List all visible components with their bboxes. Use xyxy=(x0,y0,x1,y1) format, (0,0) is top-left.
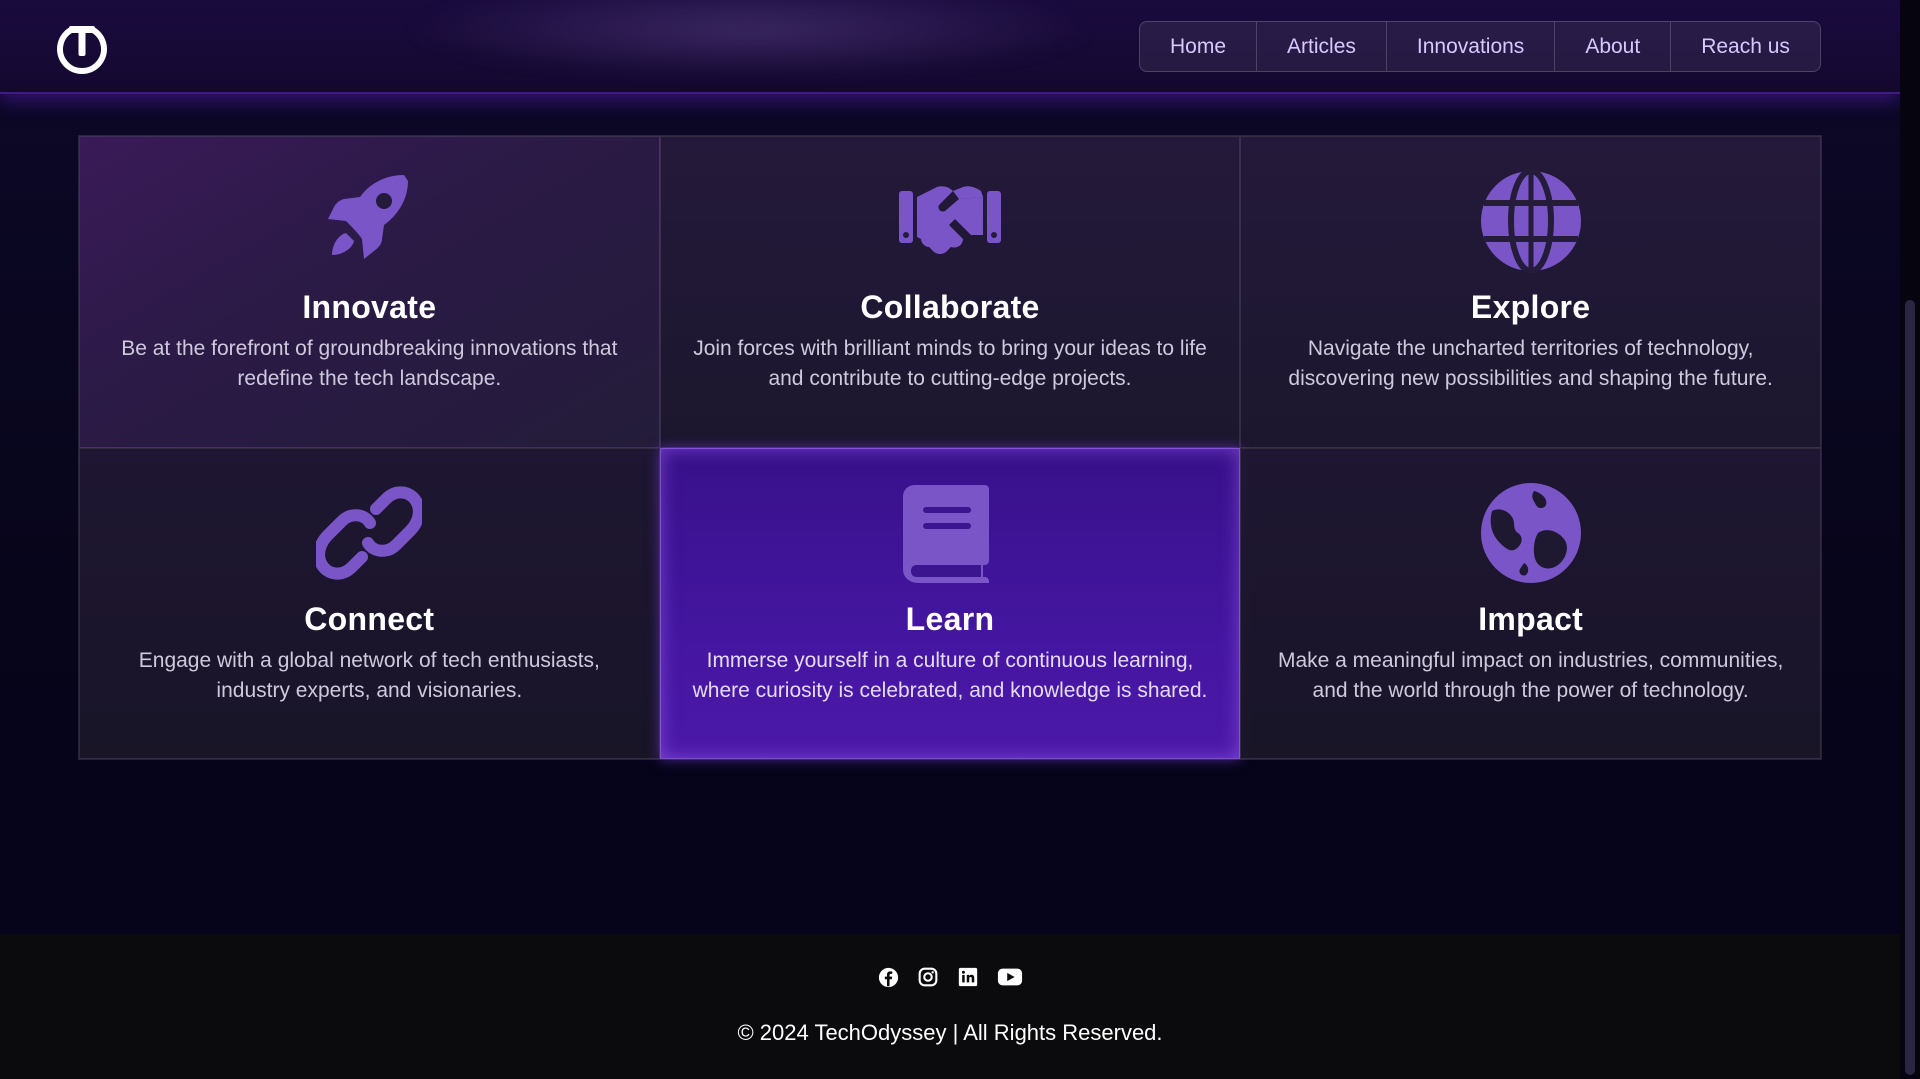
feature-description: Navigate the uncharted territories of te… xyxy=(1288,337,1773,390)
feature-description: Immerse yourself in a culture of continu… xyxy=(692,648,1208,702)
page: Home Articles Innovations About Reach us… xyxy=(0,0,1920,1079)
features-grid: Innovate Be at the forefront of groundbr… xyxy=(78,135,1822,760)
feature-title: Impact xyxy=(1478,600,1584,637)
linkedin-icon[interactable] xyxy=(957,966,979,988)
youtube-icon[interactable] xyxy=(997,966,1023,988)
feature-title: Innovate xyxy=(302,289,437,325)
main-nav: Home Articles Innovations About Reach us xyxy=(1139,21,1821,72)
rocket-icon xyxy=(328,175,409,259)
social-links xyxy=(0,966,1900,988)
nav-about[interactable]: About xyxy=(1555,22,1672,71)
feature-card-connect[interactable]: Connect Engage with a global network of … xyxy=(79,447,660,759)
feature-title: Learn xyxy=(905,600,995,637)
book-icon xyxy=(902,484,989,583)
copyright-text: © 2024 TechOdyssey | All Rights Reserved… xyxy=(737,1020,1163,1045)
power-t-logo-icon[interactable] xyxy=(54,20,110,76)
feature-card-explore[interactable]: Explore Navigate the uncharted territori… xyxy=(1240,136,1821,448)
nav-home[interactable]: Home xyxy=(1140,22,1258,71)
nav-articles[interactable]: Articles xyxy=(1257,22,1387,71)
header-backdrop xyxy=(400,0,1100,80)
handshake-icon xyxy=(898,186,1001,254)
feature-card-collaborate[interactable]: Collaborate Join forces with brilliant m… xyxy=(659,136,1241,448)
feature-title: Connect xyxy=(304,600,435,637)
nav-reach-us[interactable]: Reach us xyxy=(1671,22,1820,71)
feature-card-innovate[interactable]: Innovate Be at the forefront of groundbr… xyxy=(79,136,660,448)
link-icon xyxy=(316,486,423,579)
site-header: Home Articles Innovations About Reach us xyxy=(0,0,1900,94)
feature-title: Explore xyxy=(1470,289,1591,325)
earth-icon xyxy=(1480,482,1581,583)
feature-title: Collaborate xyxy=(860,289,1040,325)
feature-description: Make a meaningful impact on industries, … xyxy=(1277,648,1784,702)
page-scrollbar[interactable] xyxy=(1900,0,1920,1079)
facebook-icon[interactable] xyxy=(877,966,899,988)
feature-card-learn[interactable]: Learn Immerse yourself in a culture of c… xyxy=(659,447,1241,759)
site-footer: © 2024 TechOdyssey | All Rights Reserved… xyxy=(0,934,1900,1079)
instagram-icon[interactable] xyxy=(917,966,939,988)
nav-innovations[interactable]: Innovations xyxy=(1387,22,1556,71)
feature-description: Engage with a global network of tech ent… xyxy=(138,648,600,702)
globe-icon xyxy=(1480,169,1581,273)
feature-description: Be at the forefront of groundbreaking in… xyxy=(121,337,618,390)
feature-card-impact[interactable]: Impact Make a meaningful impact on indus… xyxy=(1240,447,1821,759)
scrollbar-thumb[interactable] xyxy=(1905,300,1915,1075)
feature-description: Join forces with brilliant minds to brin… xyxy=(693,337,1207,390)
